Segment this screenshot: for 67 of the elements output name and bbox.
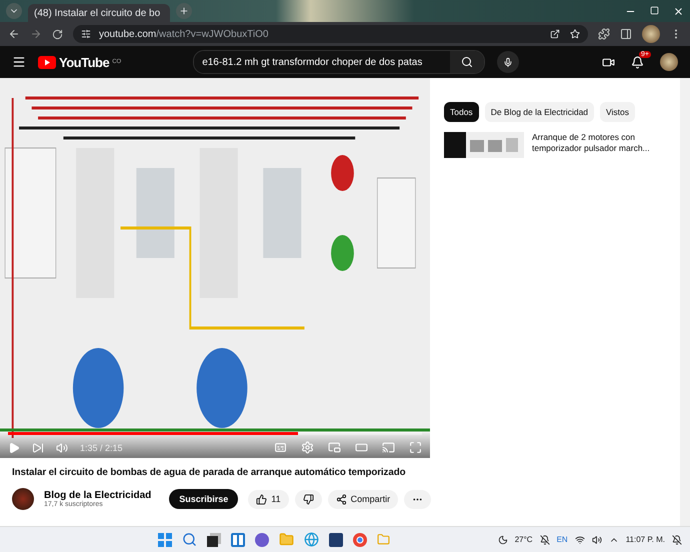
profile-avatar[interactable] [642,25,660,43]
search-field[interactable]: e16-81.2 mh gt transformdor choper de dos patas [193,50,486,74]
share-icon[interactable] [336,494,347,504]
restore-icon[interactable] [650,6,659,14]
cast-icon[interactable] [382,441,395,454]
clock[interactable]: 11:07 P. M. [626,535,665,544]
plus-icon[interactable] [179,6,189,16]
close-icon[interactable] [673,6,684,16]
scrollbar[interactable] [680,78,690,526]
thumbs-down-icon[interactable] [302,494,314,504]
search-icon[interactable] [461,56,474,68]
video-time: 1:35 / 2:15 [80,442,123,452]
wifi-icon[interactable] [574,534,585,544]
menu-icon[interactable] [12,55,26,69]
create-icon[interactable] [602,56,615,68]
like-button[interactable]: 11 [248,490,289,508]
channel-avatar[interactable] [12,488,34,510]
tab-list-button[interactable] [6,3,22,19]
filter-chip[interactable]: Todos [444,102,479,122]
new-tab-button[interactable] [176,3,192,19]
share-button[interactable]: Compartir [328,490,398,508]
notifications-icon[interactable] [631,56,644,68]
miniplayer-icon[interactable] [328,441,341,454]
extensions-icon[interactable] [598,28,610,40]
search-button[interactable] [450,51,484,73]
channel-name[interactable]: Blog de la Electricidad [44,490,152,501]
video-thumbnail[interactable] [444,132,524,158]
side-panel-icon[interactable] [620,28,632,40]
temperature: 27°C [514,535,533,544]
subscribe-button[interactable]: Suscribirse [169,489,238,509]
thumbs-up-icon[interactable] [256,494,268,504]
language-indicator[interactable]: EN [556,535,568,544]
widgets-icon[interactable] [231,532,245,546]
weather-icon[interactable] [498,534,508,544]
start-icon[interactable] [158,532,172,546]
site-settings-icon[interactable] [81,29,91,39]
tab-title: (48) Instalar el circuito de bo [34,8,160,18]
address-bar[interactable]: youtube.com/watch?v=wJWObuxTiO0 [73,25,588,43]
filter-chip[interactable]: De Blog de la Electricidad [484,102,594,122]
microphone-icon[interactable] [503,56,514,68]
open-icon[interactable] [550,29,560,39]
forward-icon[interactable] [30,28,42,40]
reload-icon[interactable] [52,28,63,40]
notifications-icon[interactable] [672,534,682,544]
play-icon[interactable] [8,442,20,454]
progress-bar[interactable] [8,432,422,435]
dislike-button[interactable] [294,490,322,508]
back-icon[interactable] [8,28,20,40]
microphone-button[interactable] [497,51,520,73]
url-text: youtube.com/watch?v=wJWObuxTiO0 [99,28,268,40]
captions-icon[interactable] [274,441,287,454]
account-avatar[interactable] [660,53,678,71]
browser-icon[interactable] [304,532,319,547]
theater-icon[interactable] [355,441,368,454]
recommended-video-title[interactable]: Arranque de 2 motores con temporizador pulsador march... [532,132,680,158]
filter-chip[interactable]: Vistos [600,102,636,122]
video-title: Instalar el circuito de bombas de agua de parada de arranque automático temporizado [12,466,406,480]
play-logo-icon [38,56,56,68]
browser-tab[interactable]: (48) Instalar el circuito de bo [28,4,170,22]
bookmark-star-icon[interactable] [570,29,580,39]
volume-icon[interactable] [592,534,602,544]
chrome-icon[interactable] [353,532,367,546]
settings-icon[interactable] [301,441,314,454]
next-icon[interactable] [32,442,44,454]
task-view-icon[interactable] [207,532,221,546]
fullscreen-icon[interactable] [409,441,422,454]
notification-icon[interactable] [540,534,550,544]
